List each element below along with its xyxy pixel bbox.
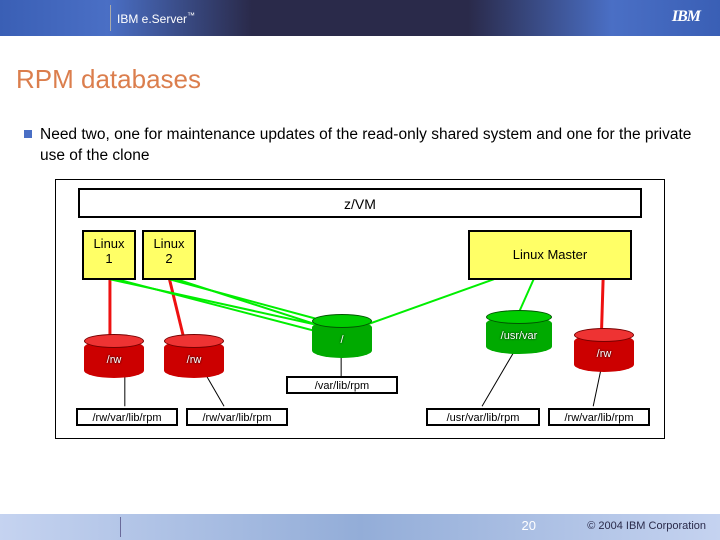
slide-title: RPM databases: [16, 64, 704, 95]
header-brand-area: IBM e.Server™: [110, 0, 195, 36]
linux1-box: Linux 1: [82, 230, 136, 280]
disk-usrvar: /usr/var: [486, 316, 552, 342]
header-bar: IBM e.Server™ IBM: [0, 0, 720, 36]
bullet-item: Need two, one for maintenance updates of…: [24, 125, 704, 167]
ibm-logo: IBM: [672, 8, 700, 26]
connector-lines: [56, 180, 664, 438]
path-rw3: /rw/var/lib/rpm: [548, 408, 650, 426]
header-separator: [110, 5, 111, 31]
page-number: 20: [522, 518, 536, 533]
linux-master-box: Linux Master: [468, 230, 632, 280]
bullet-icon: [24, 130, 32, 138]
slide-content: RPM databases Need two, one for maintena…: [0, 64, 720, 439]
footer-separator: [120, 517, 121, 537]
path-rw1: /rw/var/lib/rpm: [76, 408, 178, 426]
architecture-diagram: z/VM Linux 1 Linux 2 Linux Master / /usr…: [55, 179, 665, 439]
disk-root: /: [312, 320, 372, 346]
path-usr: /usr/var/lib/rpm: [426, 408, 540, 426]
footer-bar: 20 © 2004 IBM Corporation: [0, 514, 720, 540]
header-brand-text: IBM e.Server™: [117, 11, 195, 26]
linux2-box: Linux 2: [142, 230, 196, 280]
disk-rw1: /rw: [84, 340, 144, 366]
disk-rw3: /rw: [574, 334, 634, 360]
disk-rw2: /rw: [164, 340, 224, 366]
path-rw2: /rw/var/lib/rpm: [186, 408, 288, 426]
copyright-text: © 2004 IBM Corporation: [587, 520, 706, 532]
bullet-text: Need two, one for maintenance updates of…: [40, 125, 704, 167]
zvm-box: z/VM: [78, 188, 642, 218]
path-varlibrpm: /var/lib/rpm: [286, 376, 398, 394]
